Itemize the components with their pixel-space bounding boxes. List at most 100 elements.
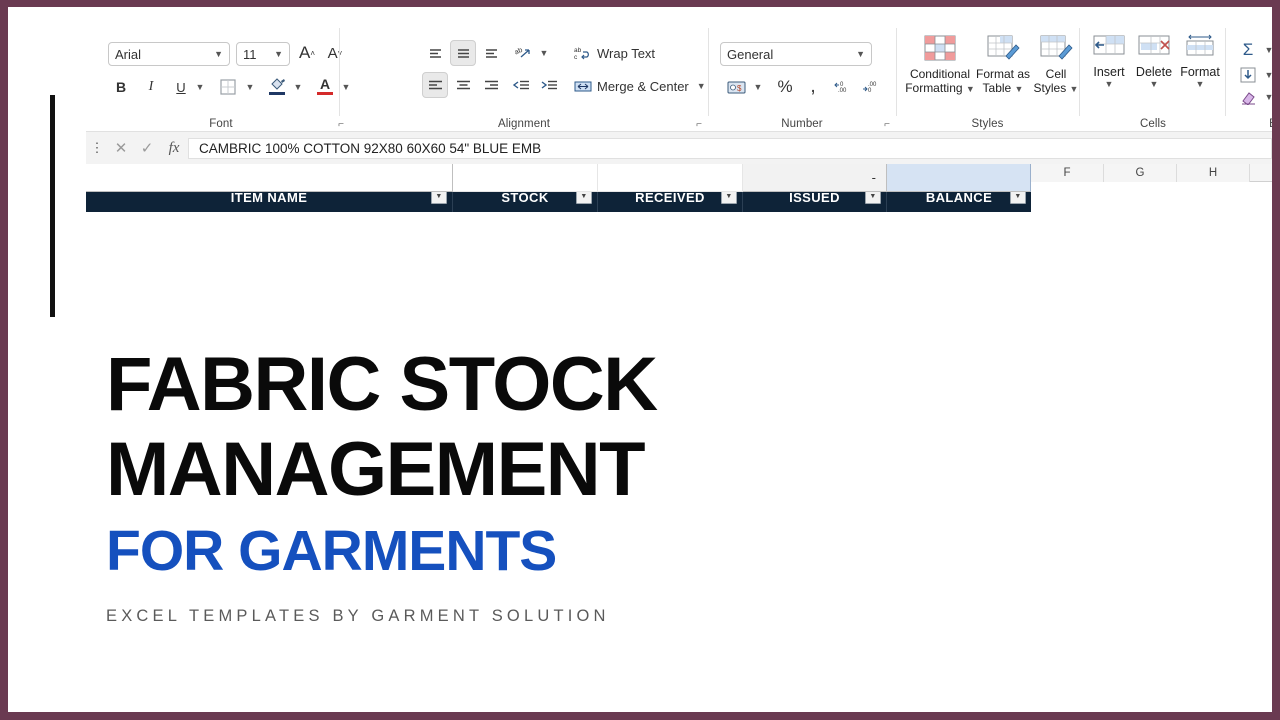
borders-button[interactable] — [214, 74, 242, 100]
title-line-1: FABRIC STOCK — [106, 342, 766, 427]
increase-decimal-button[interactable]: .00 0 — [858, 74, 884, 100]
ribbon-group-label-editing: Editing — [1229, 118, 1272, 130]
chevron-down-icon: ▼ — [1087, 79, 1131, 89]
chevron-down-icon: ▼ — [274, 49, 283, 59]
align-right-button[interactable] — [478, 72, 504, 98]
format-as-table-label-1: Format as — [972, 67, 1034, 81]
ribbon-group-label-number: Number — [712, 118, 892, 130]
delete-cells-button[interactable]: Delete ▼ — [1131, 34, 1177, 89]
increase-indent-icon — [541, 79, 558, 92]
align-left-button[interactable] — [422, 72, 448, 98]
accounting-format-icon: $ — [727, 80, 746, 95]
autosum-button[interactable]: Σ — [1235, 38, 1261, 62]
middle-align-button[interactable] — [450, 40, 476, 66]
percent-icon: % — [777, 77, 792, 97]
italic-button[interactable]: I — [138, 74, 164, 100]
column-header-g[interactable]: G — [1104, 164, 1177, 182]
bottom-align-icon — [484, 47, 499, 60]
conditional-formatting-button[interactable]: Conditional Formatting ▼ — [904, 34, 976, 96]
tagline: EXCEL TEMPLATES BY GARMENT SOLUTION — [106, 607, 766, 626]
left-accent-bar — [50, 95, 55, 320]
bold-button[interactable]: B — [108, 74, 134, 100]
format-as-table-button[interactable]: Format as Table ▼ — [972, 34, 1034, 96]
insert-cells-icon — [1092, 34, 1126, 60]
increase-indent-button[interactable] — [536, 72, 562, 98]
decrease-decimal-button[interactable]: 0 .00 — [830, 74, 856, 100]
underline-button[interactable]: U — [168, 74, 194, 100]
title-block: FABRIC STOCK MANAGEMENT FOR GARMENTS EXC… — [106, 342, 766, 626]
alignment-dialog-launcher[interactable]: ⌐ — [696, 119, 702, 130]
font-family-value: Arial — [115, 47, 210, 62]
cell-issued[interactable]: - — [743, 164, 887, 192]
delete-cells-icon — [1137, 34, 1171, 60]
formula-input[interactable]: CAMBRIC 100% COTTON 92X80 60X60 54" BLUE… — [188, 138, 1272, 159]
wrap-text-label: Wrap Text — [597, 46, 655, 61]
underline-dropdown[interactable]: ▼ — [192, 74, 208, 100]
format-cells-button[interactable]: Format ▼ — [1177, 34, 1223, 89]
table-row[interactable] — [86, 240, 1031, 268]
font-family-combo[interactable]: Arial ▼ — [108, 42, 230, 66]
number-format-combo[interactable]: General ▼ — [720, 42, 872, 66]
column-header-f[interactable]: F — [1031, 164, 1104, 182]
clear-button[interactable] — [1235, 86, 1261, 108]
ribbon-separator — [708, 28, 709, 116]
grow-font-button[interactable]: A˄ — [294, 40, 320, 66]
percent-style-button[interactable]: % — [772, 74, 798, 100]
insert-cells-button[interactable]: Insert ▼ — [1087, 34, 1131, 89]
clear-dropdown[interactable]: ▼ — [1261, 86, 1272, 108]
excel-ribbon: Arial ▼ 11 ▼ A˄ A˅ B I U ▼ — [86, 16, 1272, 132]
decrease-indent-button[interactable] — [508, 72, 534, 98]
table-row[interactable] — [86, 212, 1031, 240]
cell-balance[interactable] — [887, 164, 1031, 192]
ribbon-separator — [339, 28, 340, 116]
merge-center-button[interactable]: Merge & Center ▼ — [572, 73, 727, 99]
subtitle: FOR GARMENTS — [106, 516, 766, 586]
number-dialog-launcher[interactable]: ⌐ — [884, 119, 890, 130]
name-box-menu-icon[interactable]: ⋮ — [86, 140, 108, 156]
cell-styles-label-1: Cell — [1030, 67, 1082, 81]
top-align-icon — [428, 47, 443, 60]
font-color-button[interactable]: A — [312, 72, 338, 100]
number-format-value: General — [727, 47, 852, 62]
cell-item-name[interactable] — [86, 164, 453, 192]
top-align-button[interactable] — [422, 40, 448, 66]
cancel-entry-button[interactable]: ✕ — [108, 139, 134, 157]
accounting-format-dropdown[interactable]: ▼ — [750, 74, 766, 100]
font-size-combo[interactable]: 11 ▼ — [236, 42, 290, 66]
decrease-decimal-icon: 0 .00 — [834, 80, 852, 94]
chevron-down-icon: ▼ — [1265, 45, 1272, 55]
align-center-button[interactable] — [450, 72, 476, 98]
enter-entry-button[interactable]: ✓ — [134, 139, 160, 157]
autosum-dropdown[interactable]: ▼ — [1261, 38, 1272, 62]
chevron-down-icon: ▼ — [1265, 92, 1272, 102]
column-header-h[interactable]: H — [1177, 164, 1250, 182]
fill-dropdown[interactable]: ▼ — [1261, 64, 1272, 86]
decrease-indent-icon — [513, 79, 530, 92]
bottom-align-button[interactable] — [478, 40, 504, 66]
chevron-down-icon: ▼ — [1131, 79, 1177, 89]
accounting-format-button[interactable]: $ — [722, 74, 750, 100]
ribbon-separator — [896, 28, 897, 116]
fill-color-dropdown[interactable]: ▼ — [290, 74, 306, 100]
comma-style-button[interactable]: , — [800, 74, 826, 100]
title-overlay-card: FABRIC STOCK MANAGEMENT FOR GARMENTS EXC… — [8, 317, 783, 712]
borders-dropdown[interactable]: ▼ — [242, 74, 258, 100]
chevron-down-icon: ▼ — [214, 49, 223, 59]
orientation-dropdown[interactable]: ▼ — [536, 40, 552, 66]
cell-received[interactable] — [598, 164, 743, 192]
title-line-2: MANAGEMENT — [106, 427, 766, 512]
insert-function-button[interactable]: fx — [160, 140, 188, 157]
orientation-button[interactable]: ab — [510, 40, 536, 66]
wrap-text-button[interactable]: ab c Wrap Text — [572, 40, 702, 66]
cell-stock[interactable] — [453, 164, 598, 192]
fill-button[interactable] — [1235, 64, 1261, 86]
ribbon-group-label-cells: Cells — [1083, 118, 1223, 130]
ribbon-separator — [1079, 28, 1080, 116]
conditional-formatting-label-1: Conditional — [904, 67, 976, 81]
table-row[interactable] — [86, 268, 1031, 296]
cell-styles-button[interactable]: Cell Styles ▼ — [1030, 34, 1082, 96]
chevron-down-icon: ▼ — [856, 49, 865, 59]
format-as-table-label-2: Table — [983, 81, 1012, 95]
fill-color-button[interactable] — [264, 72, 290, 100]
ribbon-group-styles: Conditional Formatting ▼ Format as — [900, 16, 1075, 132]
